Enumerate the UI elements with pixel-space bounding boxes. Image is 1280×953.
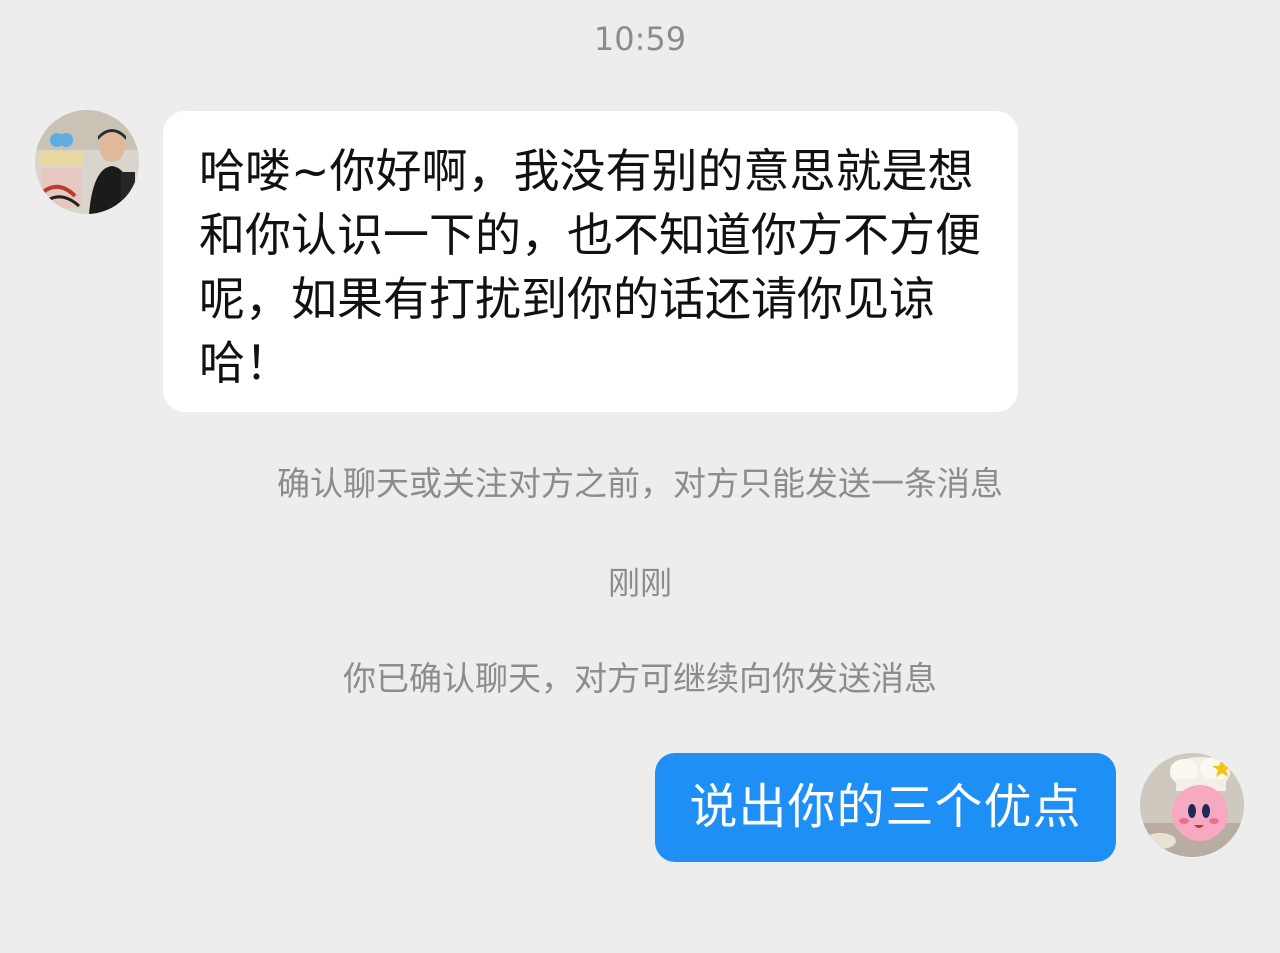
- contact-avatar-image: [35, 110, 139, 214]
- chat-view: 10:59 哈喽~你好啊，我没有别的意思就是想和你认识一下的，也不知道你方不方便…: [0, 0, 1280, 953]
- outgoing-message-text: 说出你的三个优点: [689, 779, 1082, 835]
- system-notice-confirmed: 你已确认聊天，对方可继续向你发送消息: [343, 659, 937, 698]
- chat-timestamp: 10:59: [593, 20, 687, 58]
- message-time-label: 刚刚: [607, 564, 672, 602]
- incoming-message-text: 哈喽~你好啊，我没有别的意思就是想和你认识一下的，也不知道你方不方便呢，如果有打…: [199, 144, 981, 390]
- contact-avatar[interactable]: [35, 110, 139, 214]
- system-notice-limit: 确认聊天或关注对方之前，对方只能发送一条消息: [277, 464, 1003, 503]
- outgoing-message-bubble[interactable]: 说出你的三个优点: [655, 753, 1116, 862]
- own-avatar-image: [1140, 753, 1244, 857]
- own-avatar[interactable]: [1140, 753, 1244, 857]
- incoming-message-bubble[interactable]: 哈喽~你好啊，我没有别的意思就是想和你认识一下的，也不知道你方不方便呢，如果有打…: [163, 111, 1018, 412]
